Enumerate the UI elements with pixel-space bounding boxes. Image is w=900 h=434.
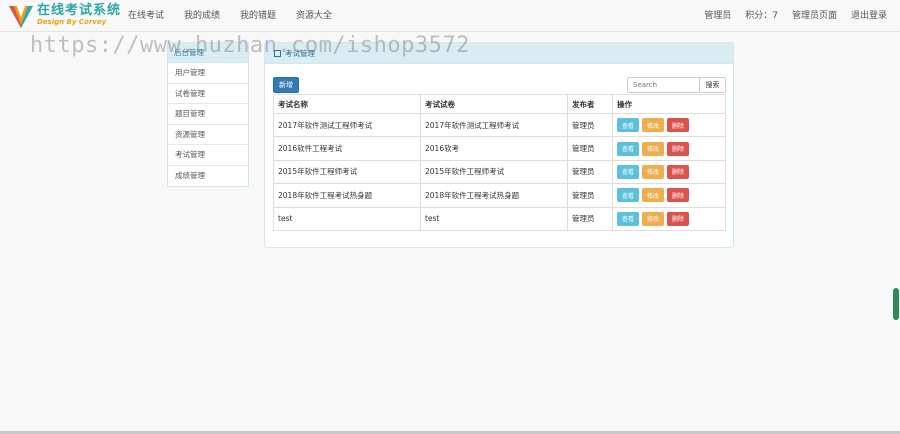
cell-publisher: 管理员	[567, 206, 613, 231]
col-publisher: 发布者	[567, 94, 613, 114]
delete-button[interactable]: 删除	[667, 188, 689, 203]
row-actions: 查看 修改 删除	[617, 188, 725, 203]
cell-actions: 查看 修改 删除	[612, 206, 726, 231]
view-button[interactable]: 查看	[617, 141, 639, 156]
cell-actions: 查看 修改 删除	[612, 159, 726, 185]
cell-exam-paper: 2017年软件测试工程师考试	[420, 112, 568, 138]
nav-right: 管理员 积分：7 管理员页面 退出登录	[690, 0, 887, 32]
nav-admin-page[interactable]: 管理员页面	[792, 0, 837, 32]
brand-title: 在线考试系统	[37, 3, 122, 18]
cell-publisher: 管理员	[567, 112, 613, 138]
view-button[interactable]: 查看	[617, 188, 639, 203]
delete-button[interactable]: 删除	[667, 118, 689, 133]
sidebar-item-exams[interactable]: 考试管理	[168, 145, 248, 166]
col-exam-paper: 考试试卷	[420, 94, 568, 114]
cell-actions: 查看 修改 删除	[612, 136, 726, 161]
edit-button[interactable]: 修改	[642, 118, 664, 133]
table-header-row: 考试名称 考试试卷 发布者 操作	[273, 94, 726, 114]
cell-exam-paper: 2015年软件工程师考试	[420, 159, 568, 185]
exam-table: 考试名称 考试试卷 发布者 操作 2017年软件测试工程师考试 2017年软件测试…	[273, 94, 726, 231]
search-box: 搜索	[627, 77, 726, 93]
brand[interactable]: 在线考试系统 Design By Corvey	[37, 3, 121, 27]
edit-button[interactable]: 修改	[642, 211, 664, 226]
search-input[interactable]	[627, 77, 700, 93]
table-row: 2018年软件工程考试热身题 2018年软件工程考试热身题 管理员 查看 修改 删除	[273, 183, 726, 208]
cell-exam-name: 2015年软件工程师考试	[273, 159, 421, 185]
sidebar-item-scores[interactable]: 成绩管理	[168, 166, 248, 187]
logo-icon	[9, 6, 33, 28]
nav-my-mistakes[interactable]: 我的错题	[240, 0, 276, 32]
watermark: https://www.huzhan.com/ishop3572	[30, 33, 470, 58]
nav-resources[interactable]: 资源大全	[296, 0, 332, 32]
sidebar-item-questions[interactable]: 题目管理	[168, 104, 248, 125]
table-row: 2017年软件测试工程师考试 2017年软件测试工程师考试 管理员 查看 修改 删除	[273, 112, 726, 138]
delete-button[interactable]: 删除	[667, 164, 689, 179]
sidebar-item-resources[interactable]: 资源管理	[168, 125, 248, 145]
col-actions: 操作	[612, 94, 726, 114]
cell-exam-paper: 2018年软件工程考试热身题	[420, 183, 568, 208]
cell-publisher: 管理员	[567, 159, 613, 185]
cell-exam-name: 2016软件工程考试	[273, 136, 421, 161]
edit-button[interactable]: 修改	[642, 188, 664, 203]
nav-user[interactable]: 管理员	[704, 0, 731, 32]
edit-button[interactable]: 修改	[642, 141, 664, 156]
top-navbar: 在线考试系统 Design By Corvey 在线考试 我的成绩 我的错题 资…	[0, 0, 900, 32]
cell-exam-name: test	[273, 206, 421, 231]
nav-logout[interactable]: 退出登录	[851, 0, 887, 32]
row-actions: 查看 修改 删除	[617, 211, 725, 226]
sidebar-item-users[interactable]: 用户管理	[168, 63, 248, 84]
nav-my-scores[interactable]: 我的成绩	[184, 0, 220, 32]
brand-subtitle: Design By Corvey	[37, 18, 107, 26]
table-row: test test 管理员 查看 修改 删除	[273, 206, 726, 231]
cell-exam-paper: test	[420, 206, 568, 231]
search-button[interactable]: 搜索	[700, 77, 726, 93]
exam-management-panel: 考试管理 新增 搜索 考试名称 考试试卷 发布者 操作 2017年软件测试工程师…	[264, 42, 734, 248]
cell-publisher: 管理员	[567, 136, 613, 161]
delete-button[interactable]: 删除	[667, 141, 689, 156]
cell-actions: 查看 修改 删除	[612, 112, 726, 138]
edit-button[interactable]: 修改	[642, 164, 664, 179]
nav-score: 积分：7	[745, 11, 778, 21]
row-actions: 查看 修改 删除	[617, 164, 725, 179]
cell-publisher: 管理员	[567, 183, 613, 208]
cell-actions: 查看 修改 删除	[612, 183, 726, 208]
table-row: 2015年软件工程师考试 2015年软件工程师考试 管理员 查看 修改 删除	[273, 159, 726, 185]
cell-exam-name: 2018年软件工程考试热身题	[273, 183, 421, 208]
add-button[interactable]: 新增	[273, 77, 299, 93]
sidebar-item-papers[interactable]: 试卷管理	[168, 84, 248, 104]
scroll-handle[interactable]	[893, 288, 899, 320]
table-row: 2016软件工程考试 2016软考 管理员 查看 修改 删除	[273, 136, 726, 161]
cell-exam-name: 2017年软件测试工程师考试	[273, 112, 421, 138]
table-body: 2017年软件测试工程师考试 2017年软件测试工程师考试 管理员 查看 修改 删除 201…	[273, 112, 726, 231]
cell-exam-paper: 2016软考	[420, 136, 568, 161]
view-button[interactable]: 查看	[617, 211, 639, 226]
sidebar: 后台管理 用户管理 试卷管理 题目管理 资源管理 考试管理 成绩管理	[167, 42, 249, 187]
row-actions: 查看 修改 删除	[617, 118, 725, 133]
view-button[interactable]: 查看	[617, 164, 639, 179]
col-exam-name: 考试名称	[273, 94, 421, 114]
nav-left: 在线考试 我的成绩 我的错题 资源大全	[128, 0, 352, 32]
delete-button[interactable]: 删除	[667, 211, 689, 226]
nav-online-exam[interactable]: 在线考试	[128, 0, 164, 32]
row-actions: 查看 修改 删除	[617, 141, 725, 156]
view-button[interactable]: 查看	[617, 118, 639, 133]
